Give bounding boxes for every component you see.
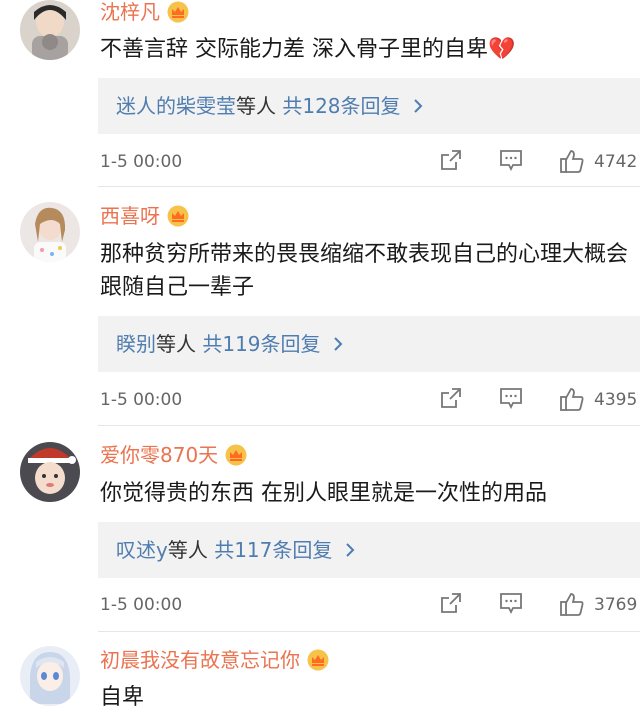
comment-actions: 1-5 00:00 4395 <box>0 380 640 420</box>
like-count: 4742 <box>594 152 638 172</box>
username[interactable]: 初晨我没有故意忘记你 <box>100 648 330 672</box>
chevron-right-icon <box>413 78 423 134</box>
replies-box[interactable]: 迷人的柴雯莹等人 共128条回复 <box>98 78 640 134</box>
reply-mid-text: 等人 <box>236 94 283 118</box>
share-icon[interactable] <box>439 386 463 414</box>
comment-icon[interactable] <box>499 386 523 414</box>
crown-vip-icon <box>166 1 190 23</box>
username-text: 西喜呀 <box>100 204 160 228</box>
broken-heart-icon: 💔 <box>488 37 516 62</box>
like-icon[interactable] <box>559 591 585 621</box>
replies-box[interactable]: 叹述y等人 共117条回复 <box>98 522 640 578</box>
comment-date: 1-5 00:00 <box>100 152 183 172</box>
reply-user-link[interactable]: 迷人的柴雯莹 <box>116 94 236 118</box>
share-icon[interactable] <box>439 591 463 619</box>
comment-text: 那种贫穷所带来的畏畏缩缩不敢表现自己的心理大概会跟随自己一辈子 <box>100 242 629 300</box>
comment-actions: 1-5 00:00 3769 <box>0 585 640 625</box>
like-icon[interactable] <box>559 148 585 178</box>
like-count: 4395 <box>594 390 638 410</box>
reply-count[interactable]: 共119条回复 <box>202 332 320 356</box>
reply-user-link[interactable]: 睽别 <box>116 332 156 356</box>
username[interactable]: 爱你零870天 <box>100 443 248 467</box>
crown-vip-icon <box>224 444 248 466</box>
comment-text: 自卑 <box>100 685 145 710</box>
divider <box>98 186 640 187</box>
comment-text: 不善言辞 交际能力差 深入骨子里的自卑💔 <box>100 33 630 66</box>
username[interactable]: 西喜呀 <box>100 204 190 228</box>
comment-date: 1-5 00:00 <box>100 390 183 410</box>
reply-count[interactable]: 共128条回复 <box>282 94 400 118</box>
reply-mid-text: 等人 <box>156 332 203 356</box>
avatar[interactable] <box>20 202 80 262</box>
comment-icon[interactable] <box>499 148 523 176</box>
avatar[interactable] <box>20 442 80 502</box>
username-text: 沈梓凡 <box>100 0 160 24</box>
comment-text-body: 不善言辞 交际能力差 深入骨子里的自卑 <box>100 37 488 62</box>
divider <box>98 425 640 426</box>
reply-mid-text: 等人 <box>167 538 215 562</box>
like-count: 3769 <box>594 595 638 615</box>
like-icon[interactable] <box>559 386 585 416</box>
username[interactable]: 沈梓凡 <box>100 0 190 24</box>
crown-vip-icon <box>306 649 330 671</box>
share-icon[interactable] <box>439 148 463 176</box>
comment-icon[interactable] <box>499 591 523 619</box>
chevron-right-icon <box>333 316 343 372</box>
crown-vip-icon <box>166 205 190 227</box>
divider <box>98 631 640 632</box>
replies-box[interactable]: 睽别等人 共119条回复 <box>98 316 640 372</box>
chevron-right-icon <box>345 522 355 578</box>
avatar[interactable] <box>20 646 80 706</box>
avatar[interactable] <box>20 0 80 60</box>
username-text: 爱你零870天 <box>100 443 219 467</box>
comment-actions: 1-5 00:00 4742 <box>0 142 640 182</box>
comment-date: 1-5 00:00 <box>100 595 183 615</box>
username-text: 初晨我没有故意忘记你 <box>100 648 300 672</box>
reply-count[interactable]: 共117条回复 <box>214 538 332 562</box>
comment-text: 你觉得贵的东西 在别人眼里就是一次性的用品 <box>100 481 547 506</box>
reply-user-link[interactable]: 叹述y <box>116 538 168 562</box>
